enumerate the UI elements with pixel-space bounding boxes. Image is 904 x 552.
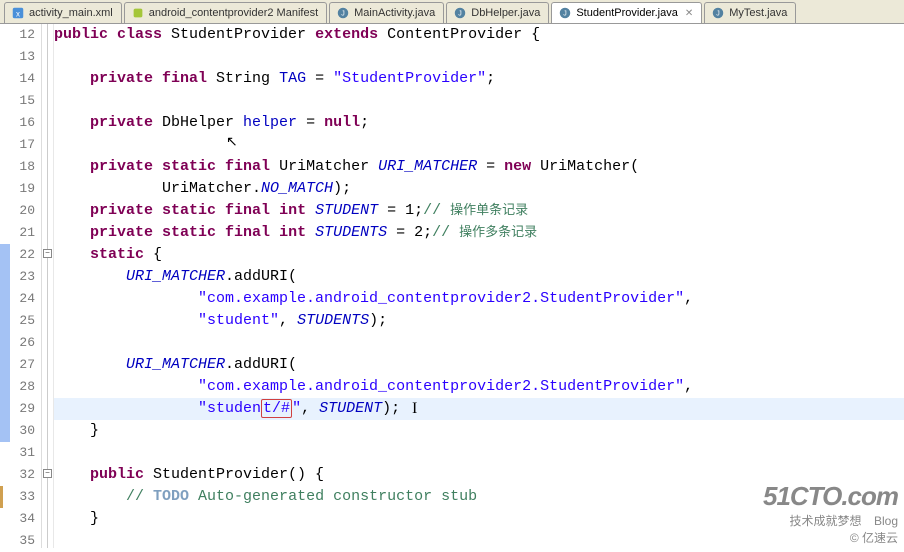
close-icon[interactable]: ✕ <box>685 8 693 19</box>
tab-label: DbHelper.java <box>471 7 540 19</box>
text-cursor-icon: I <box>412 398 417 420</box>
code-line: URI_MATCHER.addURI( <box>54 266 904 288</box>
tab-label: MyTest.java <box>729 7 787 19</box>
code-line: public class StudentProvider extends Con… <box>54 24 904 46</box>
code-line <box>54 134 904 156</box>
code-line: private static final int STUDENTS = 2;//… <box>54 222 904 244</box>
tab-dbhelper[interactable]: J DbHelper.java <box>446 2 549 23</box>
fold-marker[interactable]: − <box>43 469 52 478</box>
svg-text:x: x <box>16 10 20 19</box>
svg-text:J: J <box>717 11 721 18</box>
code-editor[interactable]: 12 13 14 15 16 17 18 19 20 21 22 23 24 2… <box>0 24 904 548</box>
tab-activity-main[interactable]: x activity_main.xml <box>4 2 122 23</box>
code-area[interactable]: public class StudentProvider extends Con… <box>54 24 904 548</box>
tab-mytest[interactable]: J MyTest.java <box>704 2 796 23</box>
tab-label: android_contentprovider2 Manifest <box>149 7 318 19</box>
code-line <box>54 46 904 68</box>
xml-icon: x <box>11 6 25 20</box>
fold-strip: − − <box>42 24 54 548</box>
code-line: private static final UriMatcher URI_MATC… <box>54 156 904 178</box>
code-line <box>54 530 904 552</box>
code-line <box>54 332 904 354</box>
java-icon: J <box>453 6 467 20</box>
code-line: private static final int STUDENT = 1;// … <box>54 200 904 222</box>
code-line: private DbHelper helper = null;↖ <box>54 112 904 134</box>
code-line: "student", STUDENTS); <box>54 310 904 332</box>
svg-text:J: J <box>341 11 345 18</box>
tab-manifest[interactable]: android_contentprovider2 Manifest <box>124 2 327 23</box>
code-line: "com.example.android_contentprovider2.St… <box>54 376 904 398</box>
android-icon <box>131 6 145 20</box>
java-icon: J <box>558 6 572 20</box>
code-line <box>54 442 904 464</box>
code-line: UriMatcher.NO_MATCH); <box>54 178 904 200</box>
tab-label: MainActivity.java <box>354 7 435 19</box>
tab-main-activity[interactable]: J MainActivity.java <box>329 2 444 23</box>
svg-text:J: J <box>564 11 568 18</box>
fold-marker[interactable]: − <box>43 249 52 258</box>
java-icon: J <box>711 6 725 20</box>
code-line: } <box>54 420 904 442</box>
java-icon: J <box>336 6 350 20</box>
code-line: private final String TAG = "StudentProvi… <box>54 68 904 90</box>
code-line <box>54 90 904 112</box>
svg-text:J: J <box>459 11 463 18</box>
tab-label: activity_main.xml <box>29 7 113 19</box>
editor-tabs: x activity_main.xml android_contentprovi… <box>0 0 904 24</box>
code-line: // TODO Auto-generated constructor stub <box>54 486 904 508</box>
code-line: static { <box>54 244 904 266</box>
tab-label: StudentProvider.java <box>576 7 678 19</box>
code-line: URI_MATCHER.addURI( <box>54 354 904 376</box>
tab-student-provider[interactable]: J StudentProvider.java ✕ <box>551 2 702 23</box>
code-line: } <box>54 508 904 530</box>
code-line: public StudentProvider() { <box>54 464 904 486</box>
code-line: "student/#", STUDENT);I <box>54 398 904 420</box>
code-line: "com.example.android_contentprovider2.St… <box>54 288 904 310</box>
